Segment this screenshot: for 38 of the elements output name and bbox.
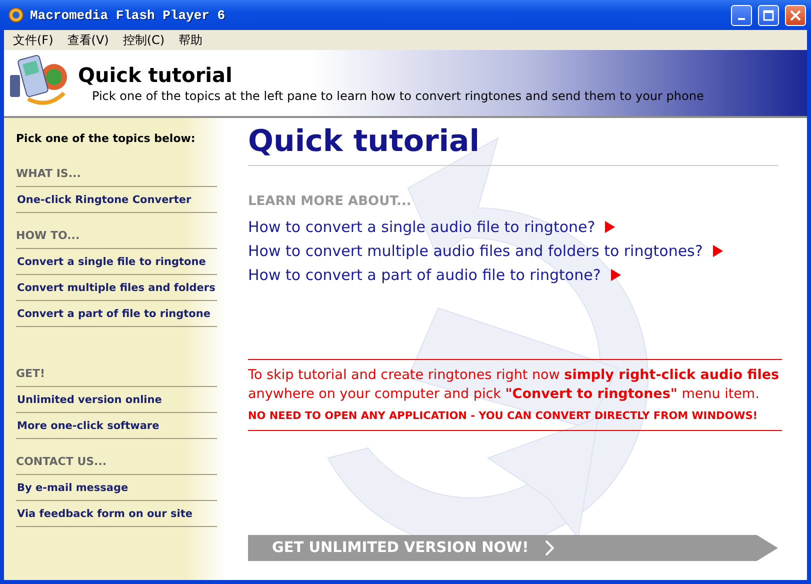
warning-text: NO NEED TO OPEN ANY APPLICATION - YOU CAN CONVERT DIRECTLY FROM WINDOWS!	[248, 410, 759, 422]
notice-text: To skip tutorial and create ringtones right now simply right-click audio files anywhere on your computer and pick "Convert to ringtones" menu item.	[248, 366, 780, 404]
sidebar-intro: Pick one of the topics below:	[16, 132, 196, 145]
menu-item[interactable]: 帮助	[172, 32, 210, 48]
sidebar-link[interactable]: By e-mail message	[16, 475, 217, 501]
section-heading: GET!	[16, 367, 217, 387]
play-icon	[610, 269, 621, 281]
menu-item[interactable]: 文件(F)	[6, 32, 60, 48]
sidebar-link[interactable]: One-click Ringtone Converter	[16, 187, 217, 213]
section-heading: HOW TO...	[16, 229, 217, 249]
minimize-button[interactable]	[731, 4, 752, 26]
header-title: Quick tutorial	[78, 63, 234, 87]
section-heading: WHAT IS...	[16, 167, 217, 187]
maximize-icon	[763, 10, 774, 20]
sidebar-link[interactable]: Convert a single file to ringtone	[16, 249, 217, 275]
section-heading: CONTACT US...	[16, 455, 217, 475]
header-subtitle: Pick one of the topics at the left pane to learn how to convert ringtones and send them to your phone	[92, 89, 704, 103]
window-title: Macromedia Flash Player 6	[30, 8, 226, 22]
chevron-icon	[544, 540, 554, 556]
section-heading: LEARN MORE ABOUT...	[248, 194, 412, 209]
sidebar-link[interactable]: Unlimited version online	[16, 387, 217, 413]
page-title: Quick tutorial	[248, 124, 778, 166]
sidebar-link[interactable]: Convert a part of file to ringtone	[16, 301, 217, 327]
tutorial-link[interactable]: How to convert a single audio file to ringtone?	[248, 215, 787, 239]
tutorial-link[interactable]: How to convert multiple audio files and folders to ringtones?	[248, 239, 787, 263]
menu-item[interactable]: 控制(C)	[116, 32, 172, 48]
close-button[interactable]	[785, 4, 806, 26]
sidebar-link[interactable]: Convert multiple files and folders	[16, 275, 217, 301]
minimize-icon	[738, 18, 745, 20]
play-icon	[712, 245, 723, 257]
sidebar-link[interactable]: More one-click software	[16, 413, 217, 439]
close-icon	[790, 10, 801, 20]
app-icon	[8, 7, 24, 23]
menu-item[interactable]: 查看(V)	[60, 32, 116, 48]
play-icon	[605, 221, 616, 233]
sidebar-link[interactable]: Via feedback form on our site	[16, 501, 217, 527]
tutorial-link[interactable]: How to convert a part of audio file to ringtone?	[248, 263, 787, 287]
maximize-button[interactable]	[758, 4, 779, 26]
